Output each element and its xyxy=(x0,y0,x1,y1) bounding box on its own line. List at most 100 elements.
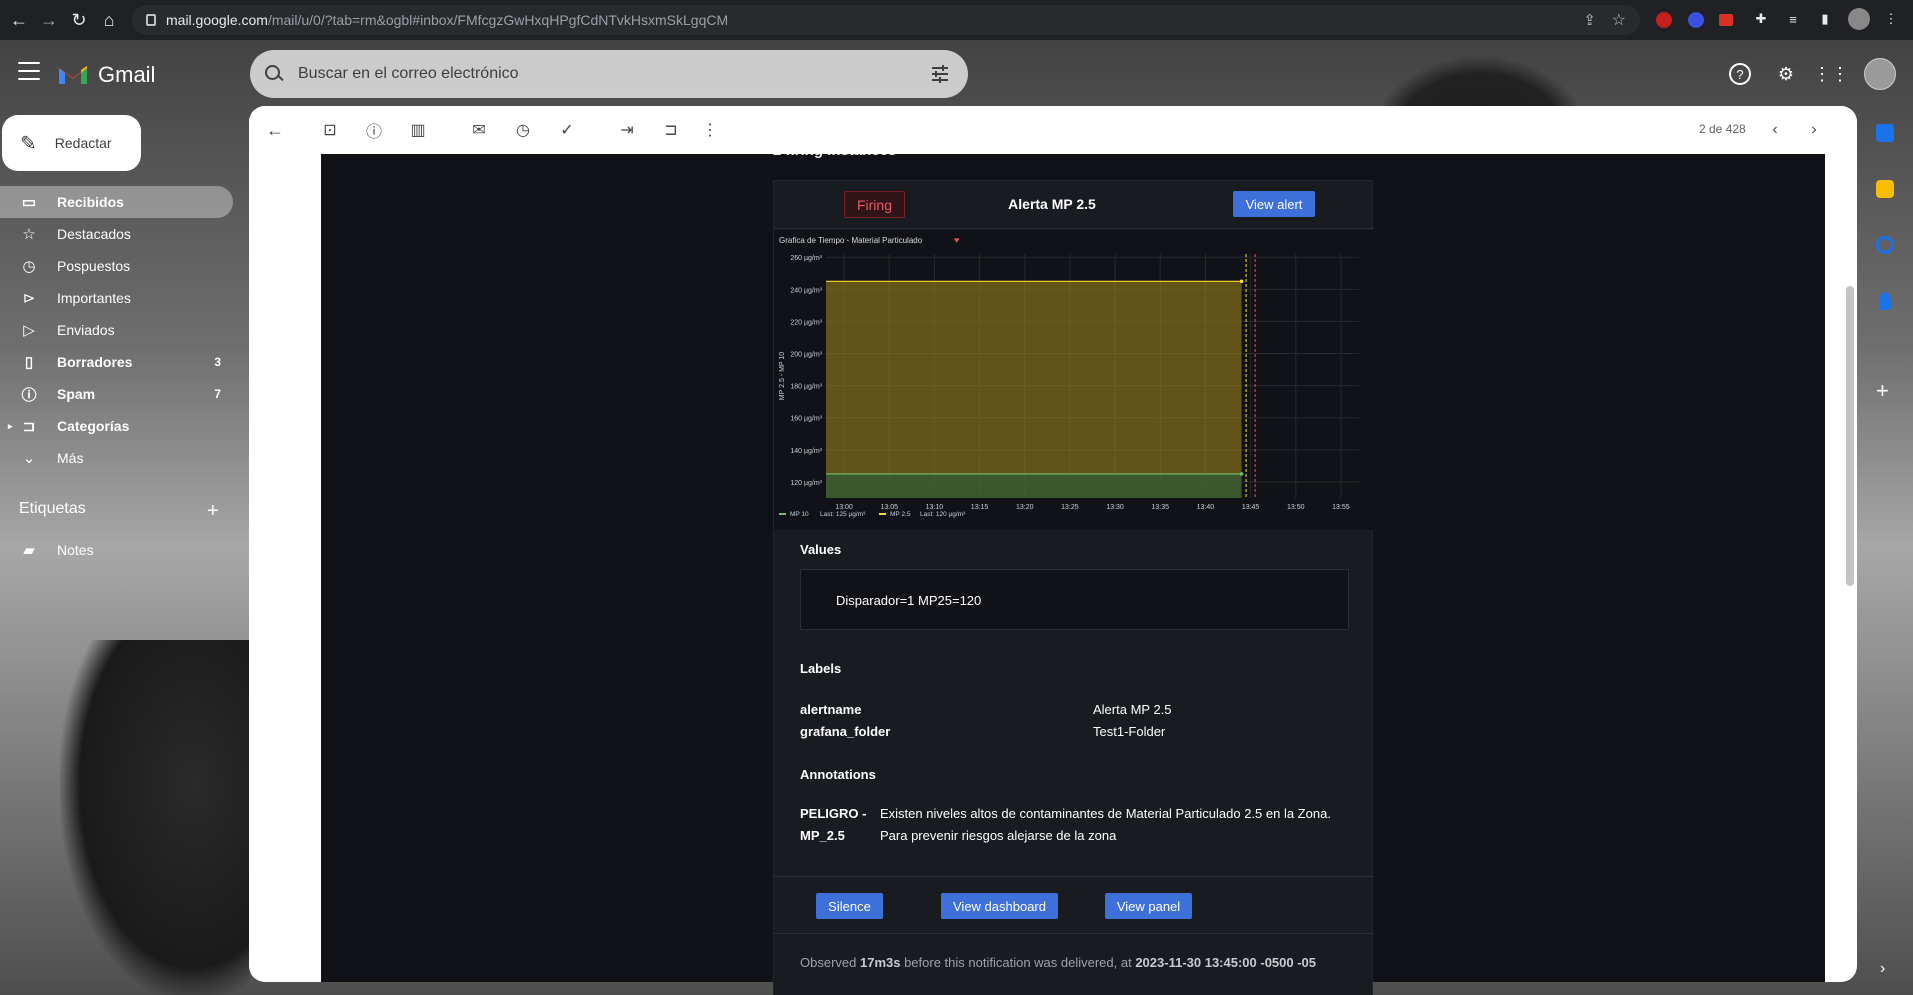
keep-icon[interactable] xyxy=(1876,180,1894,198)
search-input[interactable]: Buscar en el correo electrónico xyxy=(298,65,519,83)
scrollbar[interactable] xyxy=(1846,286,1854,586)
extension-discord-icon[interactable] xyxy=(1688,12,1704,28)
chevron-left-icon[interactable]: ‹ xyxy=(1763,118,1787,142)
y-tick-label: 260 µg/m³ xyxy=(790,255,822,262)
move-to-icon[interactable]: ⇥ xyxy=(615,118,639,142)
chart-svg: Grafica de Tiempo - Material Particulado… xyxy=(779,235,1359,518)
search-icon[interactable] xyxy=(264,64,284,84)
apps-grid-icon[interactable]: ⋮⋮ xyxy=(1813,60,1849,88)
lock-icon xyxy=(146,14,156,26)
search-options-icon[interactable] xyxy=(930,64,950,84)
contacts-icon[interactable] xyxy=(1879,292,1891,310)
view-dashboard-button[interactable]: View dashboard xyxy=(941,893,1058,919)
sidebar-item-spam[interactable]: ⓘ Spam 7 xyxy=(0,378,233,410)
observed-time: 2023-11-30 13:45:00 -0500 -05 xyxy=(1135,955,1317,970)
add-task-icon[interactable]: ✓ xyxy=(555,118,579,142)
label-as-icon[interactable]: ⊐ xyxy=(659,118,683,142)
sidebar-item-destacados[interactable]: ☆ Destacados xyxy=(0,218,233,250)
sidebar-item-label: Importantes xyxy=(57,290,131,306)
help-icon[interactable]: ? xyxy=(1729,63,1751,85)
sidebar-item-label: Pospuestos xyxy=(57,258,131,274)
share-icon[interactable]: ⇪ xyxy=(1583,11,1596,29)
spam-icon: ⓘ xyxy=(21,386,37,404)
report-spam-icon[interactable]: ⓘ xyxy=(362,118,386,142)
y-tick-label: 220 µg/m³ xyxy=(790,319,822,326)
bookmark-star-icon[interactable]: ☆ xyxy=(1612,10,1626,30)
y-tick-label: 120 µg/m³ xyxy=(790,480,822,487)
x-tick-label: 13:00 xyxy=(835,504,853,511)
y-tick-label: 180 µg/m³ xyxy=(790,384,822,391)
side-panel-icon[interactable]: ▮ xyxy=(1814,8,1836,30)
annotation-key-line1: PELIGRO - xyxy=(800,806,867,821)
observed-prefix: Observed xyxy=(800,955,860,970)
account-avatar[interactable] xyxy=(1864,58,1896,90)
archive-icon[interactable]: ⊡ xyxy=(318,118,342,142)
legend-last-value: Last: 120 µg/m³ xyxy=(920,511,966,518)
label-value-folder: Test1-Folder xyxy=(1093,724,1166,739)
sidebar-item-pospuestos[interactable]: ◷ Pospuestos xyxy=(0,250,233,282)
silence-button[interactable]: Silence xyxy=(816,893,883,919)
sidebar-item-borradores[interactable]: ▯ Borradores 3 xyxy=(0,346,233,378)
series-point-mp25 xyxy=(1239,279,1244,284)
annotation-key-line2: MP_2.5 xyxy=(800,828,845,843)
y-tick-label: 140 µg/m³ xyxy=(790,448,822,455)
chevron-right-icon[interactable]: › xyxy=(1802,118,1826,142)
extension-monitor-icon[interactable] xyxy=(1719,14,1733,26)
forward-icon[interactable]: → xyxy=(36,7,62,33)
view-panel-button[interactable]: View panel xyxy=(1105,893,1192,919)
alert-card-header: Firing Alerta MP 2.5 View alert xyxy=(774,181,1374,229)
alert-title: Alerta MP 2.5 xyxy=(1008,196,1096,212)
address-bar[interactable]: mail.google.com/mail/u/0/?tab=rm&ogbl#in… xyxy=(132,5,1640,35)
sidebar-item-label: Notes xyxy=(57,542,94,558)
sidebar-item-categorias[interactable]: ▸ ⊐ Categorías xyxy=(0,410,233,442)
side-panel-chevron-icon[interactable]: › xyxy=(1880,960,1885,978)
mark-unread-icon[interactable]: ✉ xyxy=(467,118,491,142)
media-queue-icon[interactable]: ≡ xyxy=(1782,8,1804,30)
x-tick-label: 13:40 xyxy=(1197,504,1215,511)
calendar-icon[interactable] xyxy=(1876,124,1894,142)
tasks-icon[interactable] xyxy=(1876,236,1894,254)
expand-arrow-icon[interactable]: ▸ xyxy=(8,421,13,432)
url-path: /mail/u/0/?tab=rm&ogbl#inbox/FMfcgzGwHxq… xyxy=(267,12,729,28)
sidebar-item-label: Borradores xyxy=(57,354,133,370)
back-arrow-icon[interactable]: ← xyxy=(263,118,287,142)
y-tick-label: 240 µg/m³ xyxy=(790,287,822,294)
grafana-alert-card: Firing Alerta MP 2.5 View alert Grafica … xyxy=(773,180,1374,995)
sidebar-item-label: Enviados xyxy=(57,322,115,338)
back-icon[interactable]: ← xyxy=(6,7,32,33)
pencil-icon: ✎ xyxy=(20,132,37,155)
chrome-menu-icon[interactable]: ⋮ xyxy=(1880,8,1902,30)
snooze-icon[interactable]: ◷ xyxy=(511,118,535,142)
sidebar-item-notes[interactable]: ▰ Notes xyxy=(0,534,233,566)
reload-icon[interactable]: ↻ xyxy=(66,7,92,33)
trash-icon[interactable]: ▥ xyxy=(406,118,430,142)
x-tick-label: 13:35 xyxy=(1151,504,1169,511)
observed-duration: 17m3s xyxy=(859,955,901,970)
search-bar[interactable]: Buscar en el correo electrónico xyxy=(250,50,968,98)
y-axis-label: MP 2.5 - MP 10 xyxy=(779,352,786,400)
add-addon-icon[interactable]: + xyxy=(1876,378,1889,404)
main-menu-icon[interactable] xyxy=(18,62,40,80)
important-icon: ⊳ xyxy=(22,290,36,307)
sidebar-item-importantes[interactable]: ⊳ Importantes xyxy=(0,282,233,314)
label-key-folder: grafana_folder xyxy=(800,724,891,739)
extension-red-icon[interactable] xyxy=(1656,12,1672,28)
compose-button[interactable]: ✎ Redactar xyxy=(2,115,141,171)
sidebar-item-label: Categorías xyxy=(57,418,130,434)
label-icon: ⊐ xyxy=(22,418,36,435)
sidebar-item-label: Recibidos xyxy=(57,194,124,210)
sidebar-item-label: Spam xyxy=(57,386,96,402)
sidebar-item-enviados[interactable]: ▷ Enviados xyxy=(0,314,233,346)
home-icon[interactable]: ⌂ xyxy=(96,7,122,33)
settings-gear-icon[interactable]: ⚙ xyxy=(1772,60,1800,88)
toolbar-icons: ← ⊡ ⓘ ▥ ✉ ◷ ✓ ⇥ ⊐ ⋮ 2 de 428 ‹ › xyxy=(249,106,1857,154)
sidebar-item-mas[interactable]: ⌄ Más xyxy=(0,442,233,474)
observed-footer: Observed 17m3s before this notification … xyxy=(800,955,1316,970)
profile-avatar-icon[interactable] xyxy=(1848,8,1870,30)
extensions-puzzle-icon[interactable]: ✚ xyxy=(1750,8,1772,30)
more-vert-icon[interactable]: ⋮ xyxy=(698,118,722,142)
add-label-icon[interactable]: + xyxy=(207,500,219,523)
view-alert-button[interactable]: View alert xyxy=(1233,191,1315,217)
label-value-alertname: Alerta MP 2.5 xyxy=(1093,702,1172,717)
sidebar-item-recibidos[interactable]: ▭ Recibidos xyxy=(0,186,233,218)
